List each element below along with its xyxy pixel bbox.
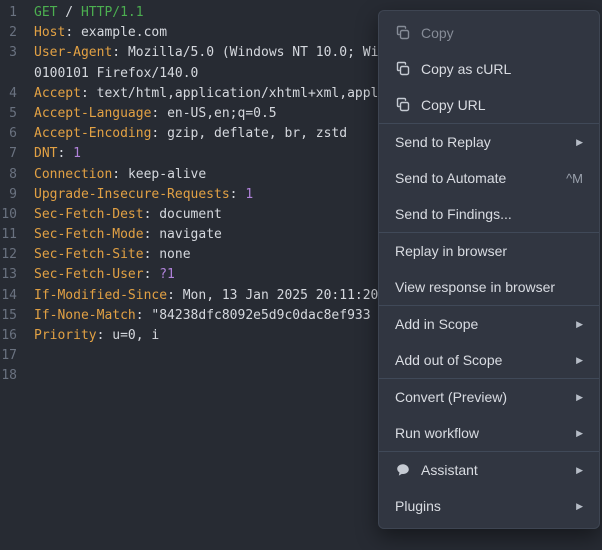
line-number: 17 xyxy=(1,348,17,364)
menu-item-label: Copy as cURL xyxy=(421,61,512,77)
code-text: Sec-Fetch-Mode: navigate xyxy=(34,227,222,243)
menu-item-label: View response in browser xyxy=(395,279,556,295)
menu-item-label: Run workflow xyxy=(395,425,480,441)
submenu-arrow-icon: ▶ xyxy=(576,464,583,475)
menu-item-assistant[interactable]: Assistant ▶ xyxy=(379,452,599,488)
submenu-arrow-icon: ▶ xyxy=(576,427,583,438)
code-text: Accept-Encoding: gzip, deflate, br, zstd xyxy=(34,126,348,142)
code-text: DNT: 1 xyxy=(34,146,81,162)
menu-item-convert-preview[interactable]: Convert (Preview) ▶ xyxy=(379,379,599,415)
menu-item-label: Copy URL xyxy=(421,97,486,113)
line-number: 18 xyxy=(1,368,17,384)
code-text: 0100101 Firefox/140.0 xyxy=(34,65,199,81)
line-number: 6 xyxy=(9,126,17,142)
code-text: If-Modified-Since: Mon, 13 Jan 2025 20:1… xyxy=(34,287,379,303)
line-number: 13 xyxy=(1,267,17,283)
copy-icon xyxy=(396,97,410,112)
line-number: 5 xyxy=(9,105,17,121)
copy-icon xyxy=(396,61,410,76)
code-text: Connection: keep-alive xyxy=(34,166,207,182)
menu-shortcut: ^M xyxy=(566,170,583,186)
menu-item-label: Plugins xyxy=(395,498,441,514)
menu-item-view-response-in-browser[interactable]: View response in browser xyxy=(379,269,599,305)
submenu-arrow-icon: ▶ xyxy=(576,136,583,147)
menu-item-send-to-automate[interactable]: Send to Automate ^M xyxy=(379,160,599,196)
line-number: 4 xyxy=(9,85,17,101)
menu-item-copy-url[interactable]: Copy URL xyxy=(379,87,599,123)
context-menu: Copy Copy as cURL Copy URL Send to Replay ▶ S… xyxy=(378,10,600,529)
menu-item-label: Assistant xyxy=(421,462,478,478)
menu-item-label: Replay in browser xyxy=(395,243,508,259)
menu-item-send-to-findings[interactable]: Send to Findings... xyxy=(379,196,599,232)
line-number: 3 xyxy=(9,45,17,61)
submenu-arrow-icon: ▶ xyxy=(576,391,583,402)
menu-item-add-out-of-scope[interactable]: Add out of Scope ▶ xyxy=(379,342,599,378)
copy-icon xyxy=(396,25,410,40)
menu-item-label: Send to Automate xyxy=(395,170,507,186)
line-number: 11 xyxy=(1,227,17,243)
menu-item-copy[interactable]: Copy xyxy=(379,15,599,51)
line-number: 1 xyxy=(9,5,17,20)
line-number: 16 xyxy=(1,328,17,343)
assistant-icon xyxy=(397,464,409,476)
line-number: 9 xyxy=(9,186,17,202)
submenu-arrow-icon: ▶ xyxy=(576,354,583,365)
menu-item-label: Send to Findings... xyxy=(395,206,512,222)
code-text: Upgrade-Insecure-Requests: 1 xyxy=(34,186,254,202)
code-text: GET / HTTP/1.1 xyxy=(34,5,144,20)
code-text: If-None-Match: "84238dfc8092e5d9c0dac8ef… xyxy=(34,307,371,323)
code-text: Sec-Fetch-Site: none xyxy=(34,247,191,263)
line-number: 12 xyxy=(1,247,17,263)
line-number xyxy=(0,64,30,84)
line-number: 14 xyxy=(1,287,17,303)
menu-item-label: Add in Scope xyxy=(395,316,479,332)
code-text: Host: example.com xyxy=(34,25,168,41)
menu-item-label: Add out of Scope xyxy=(395,352,503,368)
menu-item-plugins[interactable]: Plugins ▶ xyxy=(379,488,599,524)
submenu-arrow-icon: ▶ xyxy=(576,500,583,511)
menu-item-label: Copy xyxy=(421,25,454,41)
code-text: Sec-Fetch-User: ?1 xyxy=(34,267,175,283)
menu-item-send-to-replay[interactable]: Send to Replay ▶ xyxy=(379,124,599,160)
menu-item-label: Convert (Preview) xyxy=(395,389,508,405)
submenu-arrow-icon: ▶ xyxy=(576,318,583,329)
menu-item-label: Send to Replay xyxy=(395,134,491,150)
menu-item-copy-as-curl[interactable]: Copy as cURL xyxy=(379,51,599,87)
code-text: Priority: u=0, i xyxy=(34,328,160,343)
menu-item-run-workflow[interactable]: Run workflow ▶ xyxy=(379,415,599,451)
line-number: 15 xyxy=(1,307,17,323)
code-text: User-Agent: Mozilla/5.0 (Windows NT 10.0… xyxy=(34,45,387,61)
menu-item-replay-in-browser[interactable]: Replay in browser xyxy=(379,233,599,269)
code-text: Accept-Language: en-US,en;q=0.5 xyxy=(34,105,277,121)
line-number: 10 xyxy=(1,206,17,222)
line-number: 2 xyxy=(9,25,17,41)
line-number: 7 xyxy=(9,146,17,162)
menu-item-add-in-scope[interactable]: Add in Scope ▶ xyxy=(379,306,599,342)
code-text: Accept: text/html,application/xhtml+xml,… xyxy=(34,85,387,101)
line-number: 8 xyxy=(9,166,17,182)
code-text: Sec-Fetch-Dest: document xyxy=(34,206,222,222)
